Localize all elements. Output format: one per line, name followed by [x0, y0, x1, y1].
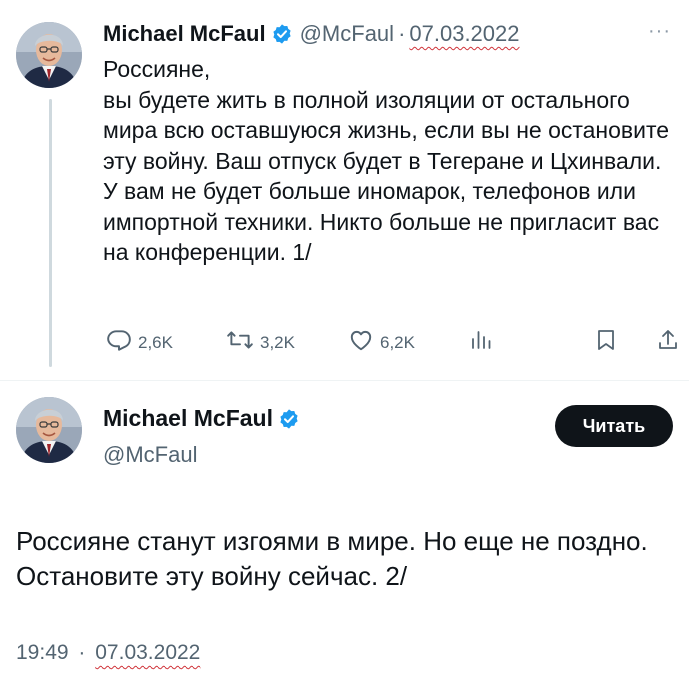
author-name[interactable]: Michael McFaul	[103, 405, 273, 432]
tweet-2[interactable]: Michael McFaul @McFaul Читать Россияне с…	[0, 381, 689, 685]
tweet-date: 07.03.2022	[95, 641, 201, 664]
retweet-icon	[226, 327, 260, 358]
author-name[interactable]: Michael McFaul	[103, 21, 266, 47]
separator-dot: ·	[398, 21, 406, 46]
avatar-image	[16, 397, 82, 463]
tweet-time: 19:49	[16, 641, 69, 664]
author-handle[interactable]: @McFaul	[300, 21, 394, 47]
verified-badge-icon	[278, 408, 300, 430]
separator-dot: ·	[78, 641, 86, 664]
tweet-1[interactable]: Michael McFaul @McFaul · 07.03.2022 ··· …	[0, 0, 689, 380]
retweet-count: 3,2K	[260, 332, 295, 352]
tweet-text: Россияне, вы будете жить в полной изоляц…	[103, 56, 670, 265]
verified-badge-icon	[271, 23, 293, 45]
reply-count: 2,6K	[138, 332, 173, 352]
action-bar: 2,6K 3,2K 6,2K	[103, 327, 681, 361]
avatar[interactable]	[16, 22, 82, 88]
avatar-image	[16, 22, 82, 88]
tweet-header: Michael McFaul @McFaul · 07.03.2022	[103, 17, 520, 51]
like-icon	[348, 327, 380, 358]
read-button[interactable]: Читать	[555, 405, 673, 447]
share-button[interactable]	[656, 327, 686, 358]
thread-line	[49, 99, 52, 367]
tweet-date[interactable]: 07.03.2022	[409, 21, 519, 47]
bookmark-button[interactable]	[595, 327, 623, 358]
reply-icon	[106, 327, 138, 358]
more-icon[interactable]: ···	[648, 20, 671, 43]
like-button[interactable]: 6,2K	[348, 327, 415, 358]
like-count: 6,2K	[380, 332, 415, 352]
bookmark-icon	[595, 327, 623, 358]
views-icon	[470, 327, 498, 358]
author-handle[interactable]: @McFaul	[103, 442, 197, 468]
reply-button[interactable]: 2,6K	[106, 327, 173, 358]
avatar[interactable]	[16, 397, 82, 463]
author-name-row: Michael McFaul	[103, 405, 307, 432]
retweet-button[interactable]: 3,2K	[226, 327, 295, 358]
tweet-text: Россияне станут изгоями в мире. Но еще н…	[16, 526, 648, 591]
tweet-timestamp[interactable]: 19:49 · 07.03.2022	[16, 641, 200, 665]
views-button[interactable]	[470, 327, 498, 358]
share-icon	[656, 327, 686, 358]
